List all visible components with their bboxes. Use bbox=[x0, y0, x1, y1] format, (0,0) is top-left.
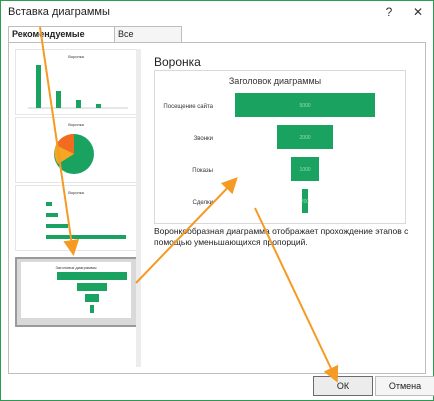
funnel-category-label: Звонки bbox=[194, 136, 213, 142]
chart-title: Заголовок диаграммы bbox=[229, 76, 321, 86]
thumbnail-pie-chart[interactable]: Воронка bbox=[15, 117, 137, 183]
funnel-value-label: 200 bbox=[301, 199, 310, 205]
thumbnail-bar bbox=[36, 65, 41, 108]
thumbnail-horizontal-bar-chart[interactable]: Воронка bbox=[15, 185, 137, 251]
thumbnail-funnel-bar bbox=[57, 272, 127, 280]
preview-heading: Воронка bbox=[154, 55, 201, 69]
thumbnail-hbar bbox=[46, 202, 52, 206]
tab-all-charts[interactable]: Все диаграммы bbox=[114, 26, 182, 54]
thumbnail-bar-chart[interactable]: Воронка bbox=[15, 49, 137, 115]
thumbnail-bar bbox=[96, 104, 101, 108]
thumbnail-funnel-bar bbox=[85, 294, 99, 302]
thumbnail-title: Воронка bbox=[68, 122, 84, 127]
thumbnail-title: Воронка bbox=[68, 190, 84, 195]
funnel-category-label: Показы bbox=[192, 168, 213, 174]
help-button[interactable]: ? bbox=[379, 3, 399, 21]
thumbnail-funnel-bar bbox=[90, 305, 94, 313]
close-button[interactable]: ✕ bbox=[408, 3, 428, 21]
thumbnail-bar bbox=[56, 91, 61, 108]
thumbnail-hbar bbox=[46, 224, 68, 228]
chart-panel: Воронка Воронка Воронка Заголовок диагра… bbox=[8, 42, 426, 374]
recommended-chart-list[interactable]: Воронка Воронка Воронка Заголовок диагра… bbox=[15, 49, 141, 367]
thumbnail-hbar-svg: Воронка bbox=[46, 190, 126, 239]
thumbnail-hbar bbox=[46, 235, 126, 239]
funnel-value-label: 5000 bbox=[299, 103, 310, 109]
dialog-title: Вставка диаграммы bbox=[8, 6, 110, 18]
thumbnail-scrollbar[interactable] bbox=[136, 49, 141, 367]
dialog-buttons: ОК Отмена bbox=[1, 376, 434, 396]
funnel-category-label: Сделки bbox=[193, 200, 213, 206]
tab-bar: Рекомендуемые диаграммы Все диаграммы bbox=[8, 26, 424, 54]
insert-chart-dialog: Вставка диаграммы ? ✕ Рекомендуемые диаг… bbox=[0, 0, 434, 401]
funnel-value-label: 2000 bbox=[299, 135, 310, 141]
title-bar: Вставка диаграммы ? ✕ bbox=[1, 1, 433, 23]
funnel-category-label: Посещение сайта bbox=[163, 103, 213, 110]
thumbnail-pie-svg: Воронка bbox=[54, 122, 94, 174]
thumbnail-funnel-svg: Заголовок диаграммы bbox=[21, 262, 131, 318]
ok-button[interactable]: ОК bbox=[313, 376, 373, 396]
tab-recommended-charts[interactable]: Рекомендуемые диаграммы bbox=[8, 26, 116, 54]
thumbnail-funnel-bar bbox=[77, 283, 107, 291]
thumbnail-hbar bbox=[46, 213, 58, 217]
chart-description: Воронкообразная диаграмма отображает про… bbox=[154, 226, 409, 247]
thumbnail-title: Воронка bbox=[68, 54, 84, 59]
thumbnail-funnel-chart-selected[interactable]: Заголовок диаграммы bbox=[15, 257, 139, 327]
funnel-chart: Заголовок диаграммы Посещение сайта 5000 З… bbox=[163, 76, 375, 213]
funnel-value-label: 1000 bbox=[299, 167, 310, 173]
thumbnail-bar-svg: Воронка bbox=[28, 54, 128, 109]
thumbnail-bar bbox=[76, 100, 81, 108]
cancel-button[interactable]: Отмена bbox=[375, 376, 434, 396]
thumbnail-funnel-background bbox=[21, 262, 131, 318]
thumbnail-title: Заголовок диаграммы bbox=[56, 265, 97, 270]
chart-preview: Заголовок диаграммы Посещение сайта 5000 З… bbox=[154, 70, 406, 224]
